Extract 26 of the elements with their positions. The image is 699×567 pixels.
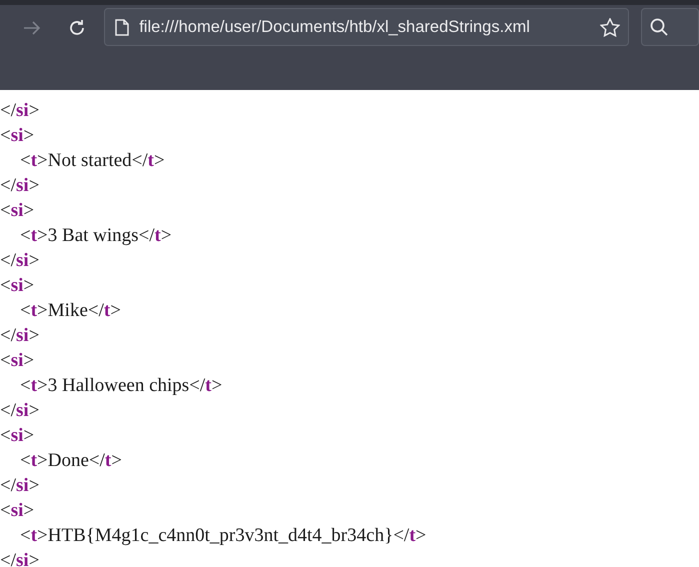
address-text: file:///home/user/Documents/htb/xl_sharedStrings.xml	[139, 18, 531, 36]
xml-close-tag: </si>	[0, 475, 40, 496]
xml-open-tag: <si>	[0, 500, 34, 521]
address-bar[interactable]: file:///home/user/Documents/htb/xl_sharedStrings.xml	[104, 8, 629, 46]
xml-element-line: <t>Mike</t>	[20, 300, 121, 321]
xml-element-line: <t>Not started</t>	[20, 150, 165, 171]
xml-close-tag: </si>	[0, 550, 40, 567]
xml-element-line: <t>HTB{M4g1c_c4nn0t_pr3v3nt_d4t4_br34ch}</t>	[20, 525, 426, 546]
xml-open-tag: <si>	[0, 200, 34, 221]
xml-element-line: <t>3 Halloween chips</t>	[20, 375, 222, 396]
xml-open-tag: <si>	[0, 125, 34, 146]
xml-element-line: <t>3 Bat wings</t>	[20, 225, 172, 246]
search-field[interactable]	[640, 8, 699, 46]
xml-element-line: <t>Done</t>	[20, 450, 122, 471]
page-icon	[115, 18, 130, 36]
xml-open-tag: <si>	[0, 350, 34, 371]
star-icon[interactable]	[600, 18, 620, 36]
xml-close-tag: </si>	[0, 400, 40, 421]
xml-open-tag: <si>	[0, 425, 34, 446]
xml-close-tag: </si>	[0, 175, 40, 196]
xml-close-tag: </si>	[0, 100, 40, 121]
search-icon	[650, 18, 668, 36]
xml-close-tag: </si>	[0, 250, 40, 271]
xml-open-tag: <si>	[0, 275, 34, 296]
xml-close-tag: </si>	[0, 325, 40, 346]
arrow-right-icon	[23, 20, 42, 36]
